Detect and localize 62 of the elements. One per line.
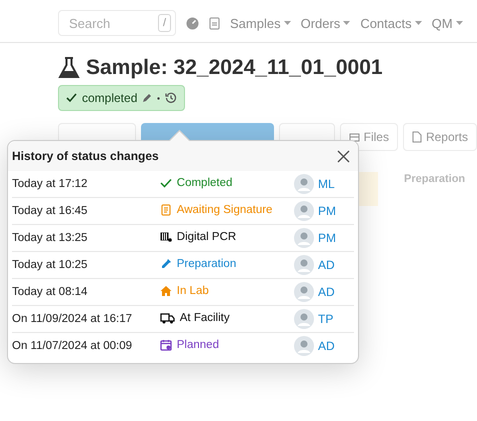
- pencil-icon[interactable]: [142, 93, 152, 103]
- user-link[interactable]: PM: [318, 204, 336, 218]
- dot-icon: [157, 96, 160, 100]
- avatar: [294, 336, 314, 356]
- status-text: Awaiting Signature: [176, 204, 272, 216]
- document-icon: [160, 204, 172, 216]
- status-text: In Lab: [176, 284, 209, 296]
- user-link[interactable]: AD: [318, 258, 335, 272]
- time-cell: Today at 08:14: [12, 278, 154, 306]
- user-link[interactable]: ML: [318, 177, 335, 191]
- check-icon: [160, 176, 172, 188]
- search-placeholder: Search: [69, 16, 110, 30]
- nav-menu[interactable]: Contacts: [360, 16, 412, 30]
- calendar-icon: [160, 338, 172, 350]
- avatar: [294, 255, 314, 275]
- user-link[interactable]: PM: [318, 231, 336, 245]
- avatar: [294, 201, 314, 221]
- history-icon[interactable]: [165, 92, 178, 104]
- home-icon: [160, 284, 172, 296]
- card-background: [358, 172, 378, 206]
- close-button[interactable]: [335, 148, 352, 164]
- column-heading: Preparation: [404, 173, 466, 185]
- status-text: Planned: [176, 338, 219, 350]
- avatar: [294, 228, 314, 248]
- nav-menu[interactable]: Orders: [300, 16, 340, 30]
- plate-icon: [160, 230, 172, 242]
- nav-menu[interactable]: QM: [432, 16, 453, 30]
- user-link[interactable]: AD: [318, 339, 335, 353]
- avatar: [294, 309, 314, 329]
- nav-menu[interactable]: Samples: [230, 16, 281, 30]
- status-text: At Facility: [180, 312, 230, 324]
- time-cell: On 11/09/2024 at 16:17: [12, 306, 154, 332]
- popover-title: History of status changes: [12, 149, 159, 163]
- time-cell: Today at 13:25: [12, 224, 154, 252]
- reports-button[interactable]: Reports: [402, 123, 477, 151]
- file-icon: [412, 131, 422, 143]
- status-label: completed: [82, 91, 138, 105]
- caret-icon: [343, 21, 350, 25]
- check-icon: [66, 93, 77, 103]
- time-cell: Today at 16:45: [12, 198, 154, 224]
- caret-icon: [284, 21, 291, 25]
- pipette-icon: [160, 258, 172, 270]
- avatar: [294, 174, 314, 194]
- user-link[interactable]: TP: [318, 312, 334, 326]
- time-cell: Today at 17:12: [12, 171, 154, 198]
- caret-icon: [456, 21, 463, 25]
- status-text: Preparation: [176, 258, 236, 270]
- truck-icon: [160, 312, 175, 324]
- page-title: Sample: 32_2024_11_01_0001: [86, 56, 383, 80]
- time-cell: On 11/07/2024 at 00:09: [12, 332, 154, 359]
- time-cell: Today at 10:25: [12, 252, 154, 278]
- close-icon: [337, 150, 350, 162]
- shortcut-key: /: [158, 14, 171, 32]
- user-link[interactable]: AD: [318, 285, 335, 299]
- document-icon[interactable]: [209, 16, 220, 30]
- caret-icon: [414, 21, 422, 25]
- status-text: Completed: [176, 176, 232, 188]
- dashboard-icon[interactable]: [186, 16, 199, 30]
- avatar: [294, 282, 314, 302]
- flask-icon: [58, 56, 80, 80]
- search-field[interactable]: Search /: [58, 10, 176, 36]
- status-text: Digital PCR: [176, 230, 236, 242]
